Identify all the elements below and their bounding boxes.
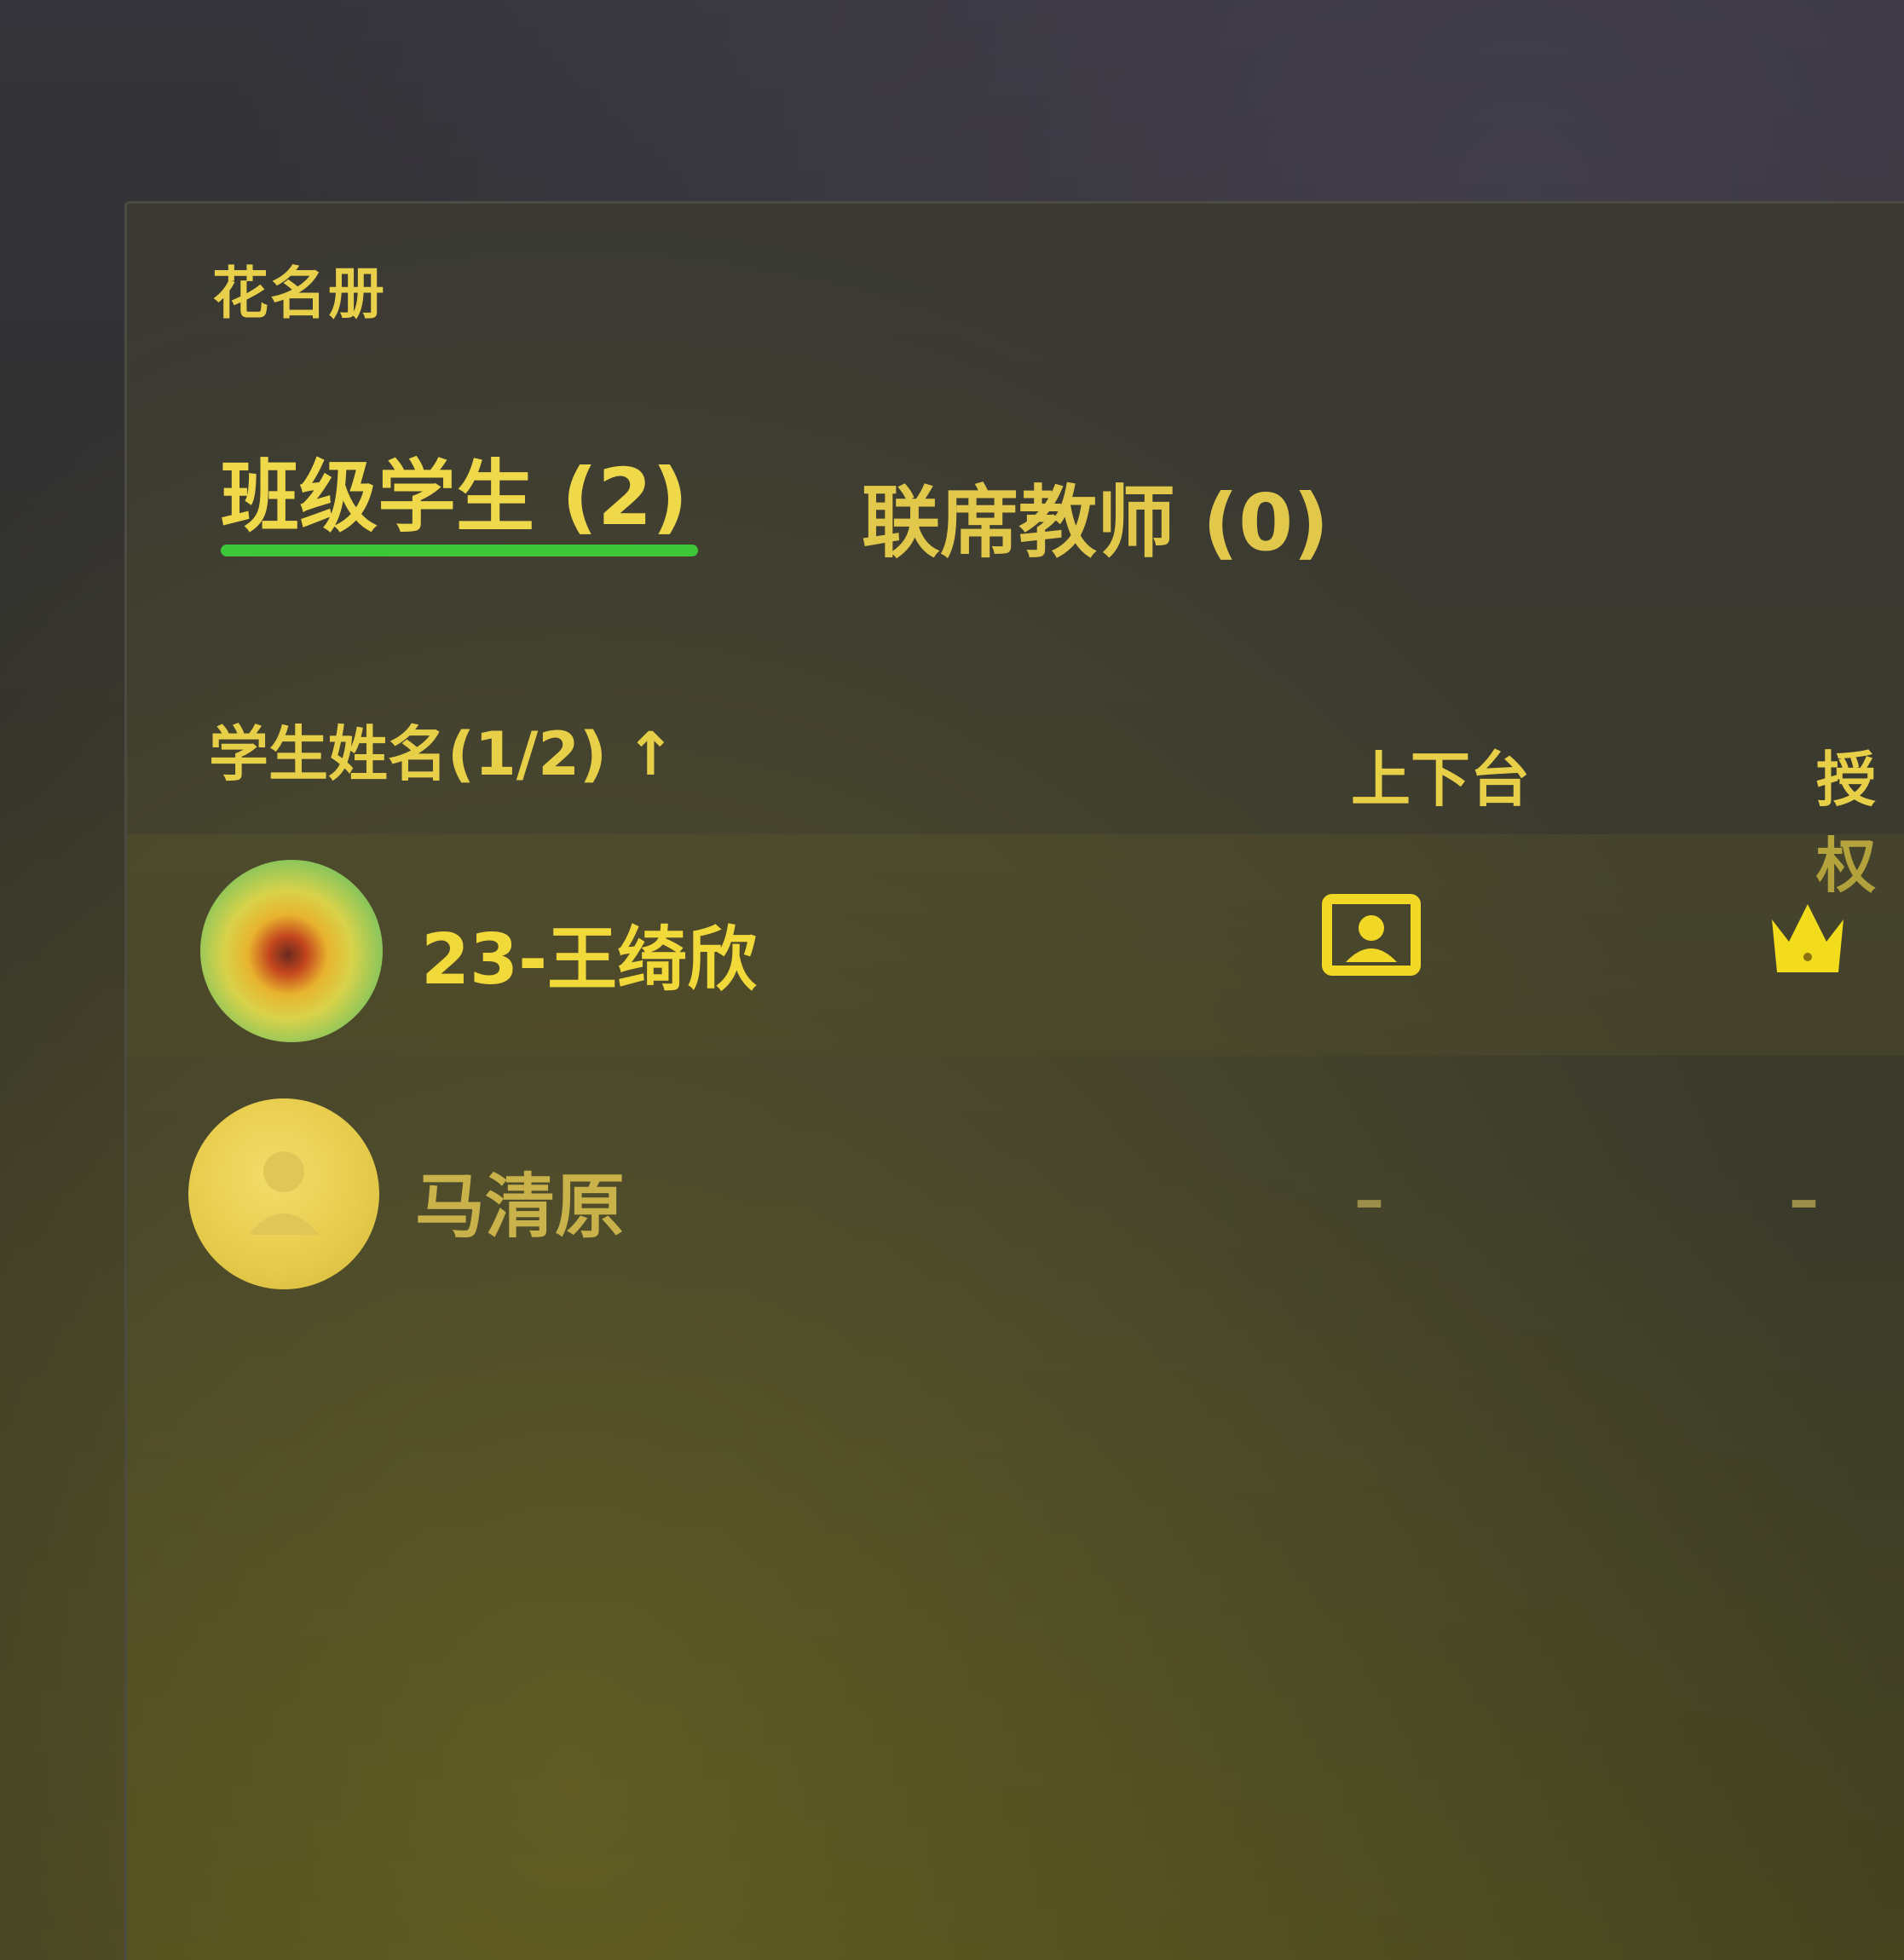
column-header-student-name-label: 学生姓名(1/2) xyxy=(209,719,607,789)
panel-title: 花名册 xyxy=(212,261,386,326)
tab-class-students[interactable]: 班级学生 (2) xyxy=(221,434,688,547)
auth-empty-value: – xyxy=(1789,1165,1819,1235)
table-row[interactable]: 23-王绮欣 xyxy=(127,834,1904,1056)
arrow-up-icon: ↑ xyxy=(625,719,676,789)
screen-background: 花名册 班级学生 (2) 联席教师 (0) 学生姓名(1/2)↑ 上下台 授权 … xyxy=(0,0,1904,1960)
roster-tabs: 班级学生 (2) 联席教师 (0) xyxy=(221,434,1840,570)
table-header: 学生姓名(1/2)↑ 上下台 授权 xyxy=(209,706,1879,901)
tab-joint-teachers[interactable]: 联席教师 (0) xyxy=(862,459,1329,573)
student-name: 马清原 xyxy=(415,1167,626,1248)
avatar xyxy=(188,1098,379,1289)
active-tab-indicator xyxy=(221,545,698,556)
roster-panel: 花名册 班级学生 (2) 联席教师 (0) 学生姓名(1/2)↑ 上下台 授权 … xyxy=(124,201,1904,1960)
student-name: 23-王绮欣 xyxy=(421,919,758,1000)
avatar xyxy=(200,860,383,1042)
stage-empty-value: – xyxy=(1354,1165,1384,1235)
crown-icon[interactable] xyxy=(1763,894,1852,983)
table-row[interactable]: 马清原 – – xyxy=(127,1064,1904,1289)
column-header-stage: 上下台 xyxy=(1351,745,1530,815)
on-stage-person-icon[interactable] xyxy=(1320,892,1422,977)
column-header-student-name[interactable]: 学生姓名(1/2) ↑ xyxy=(209,706,676,793)
default-user-icon xyxy=(248,1151,320,1235)
